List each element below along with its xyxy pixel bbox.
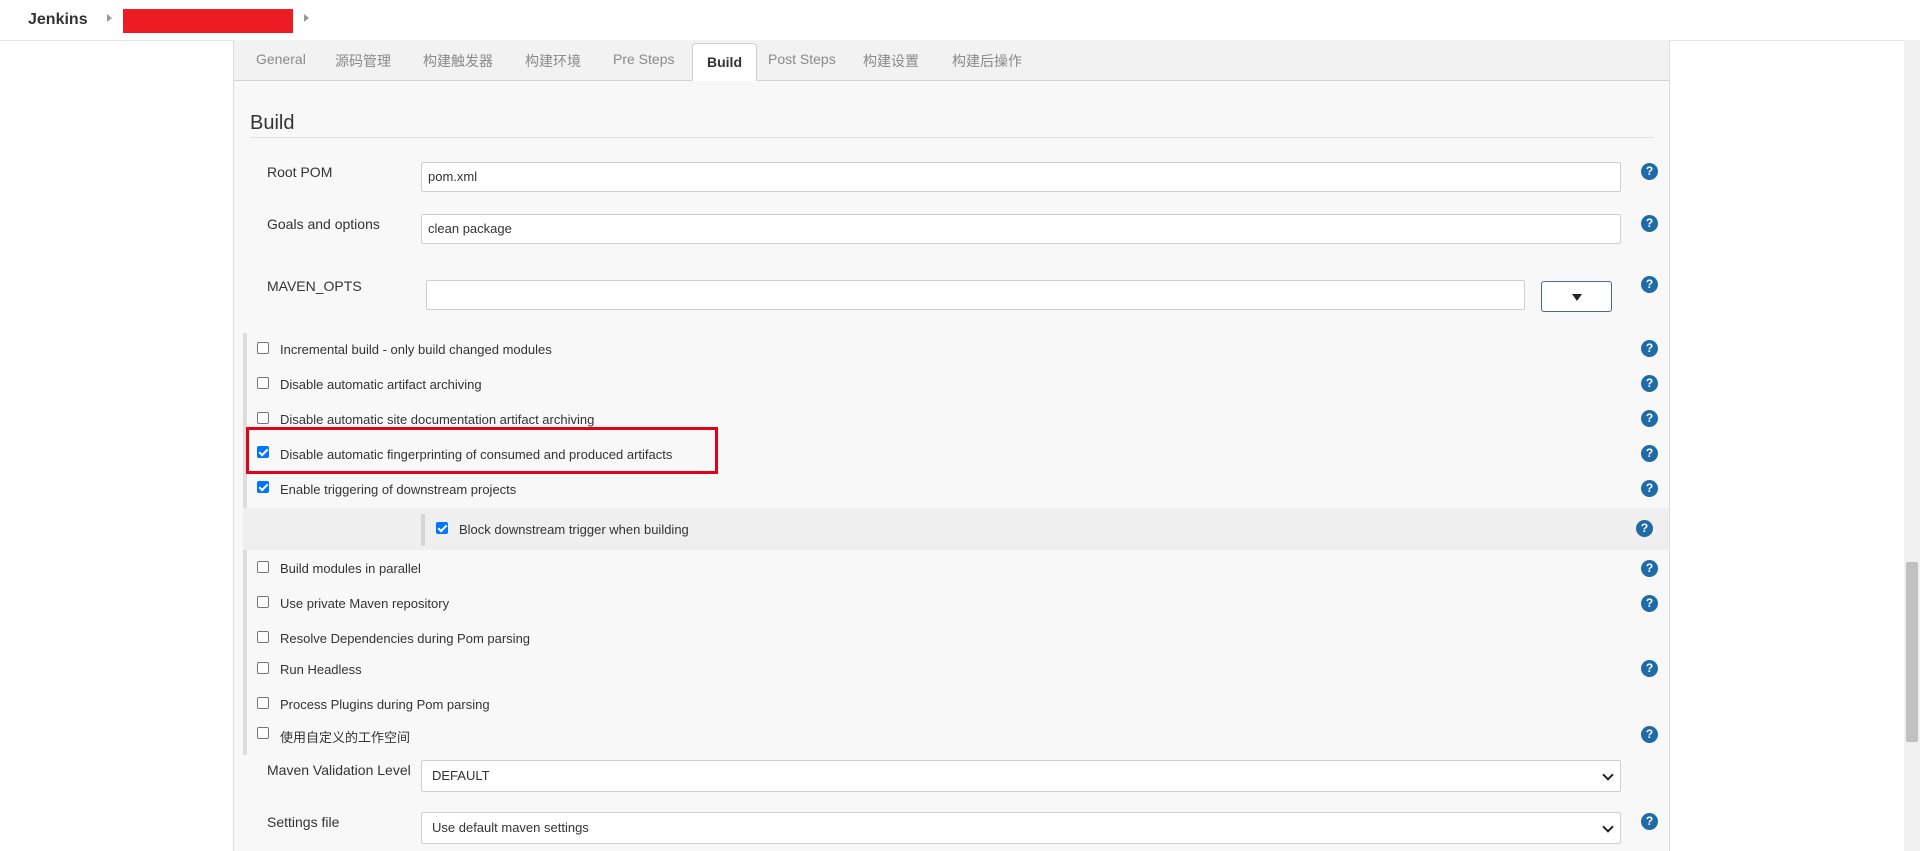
process-plugins-label: Process Plugins during Pom parsing [280, 697, 490, 712]
help-icon[interactable]: ? [1641, 163, 1658, 180]
maven-opts-expand-button[interactable] [1541, 281, 1612, 312]
chevron-down-icon [1602, 821, 1614, 833]
help-icon[interactable]: ? [1641, 340, 1658, 357]
tab-build-settings[interactable]: 构建设置 [863, 51, 919, 71]
help-icon[interactable]: ? [1641, 560, 1658, 577]
help-icon[interactable]: ? [1641, 375, 1658, 392]
settings-file-label: Settings file [267, 814, 340, 830]
help-icon[interactable]: ? [1641, 276, 1658, 293]
jenkins-home-link[interactable]: Jenkins [28, 11, 88, 29]
tab-post-build-actions[interactable]: 构建后操作 [952, 51, 1022, 71]
block-downstream-label: Block downstream trigger when building [459, 522, 689, 537]
help-icon[interactable]: ? [1641, 215, 1658, 232]
maven-opts-input[interactable] [426, 280, 1525, 310]
validation-level-label: Maven Validation Level [267, 762, 411, 778]
enable-downstream-trigger-checkbox[interactable] [257, 481, 269, 493]
root-pom-label: Root POM [267, 164, 333, 180]
section-divider [250, 137, 1654, 138]
incremental-build-checkbox[interactable] [257, 342, 269, 354]
incremental-build-label: Incremental build - only build changed m… [280, 342, 552, 357]
enable-downstream-trigger-label: Enable triggering of downstream projects [280, 482, 517, 497]
settings-file-select[interactable]: Use default maven settings [421, 812, 1621, 844]
config-panel: General 源码管理 构建触发器 构建环境 Pre Steps Build … [233, 40, 1670, 851]
help-icon[interactable]: ? [1641, 660, 1658, 677]
tab-source-management[interactable]: 源码管理 [335, 51, 391, 71]
triangle-down-icon [1571, 293, 1582, 301]
tab-build-environment[interactable]: 构建环境 [525, 51, 581, 71]
custom-workspace-checkbox[interactable] [257, 727, 269, 739]
private-repo-checkbox[interactable] [257, 596, 269, 608]
chevron-down-icon [1602, 769, 1614, 781]
process-plugins-checkbox[interactable] [257, 697, 269, 709]
suboptions-bar [421, 514, 425, 546]
custom-workspace-label: 使用自定义的工作空间 [280, 730, 411, 745]
breadcrumb-separator-icon[interactable] [304, 14, 309, 22]
validation-level-select[interactable]: DEFAULT [421, 760, 1621, 792]
goals-input[interactable]: clean package [421, 214, 1621, 244]
disable-site-doc-archiving-label: Disable automatic site documentation art… [280, 412, 595, 427]
goals-label: Goals and options [267, 216, 380, 232]
parallel-modules-checkbox[interactable] [257, 561, 269, 573]
help-icon[interactable]: ? [1641, 595, 1658, 612]
validation-level-value: DEFAULT [432, 768, 490, 783]
help-icon[interactable]: ? [1636, 520, 1653, 537]
help-icon[interactable]: ? [1641, 813, 1658, 830]
run-headless-label: Run Headless [280, 662, 362, 677]
help-icon[interactable]: ? [1641, 410, 1658, 427]
block-downstream-checkbox[interactable] [436, 522, 448, 534]
breadcrumb: Jenkins [0, 0, 1920, 41]
tab-build-triggers[interactable]: 构建触发器 [423, 51, 493, 71]
tab-build[interactable]: Build [692, 43, 757, 81]
settings-file-value: Use default maven settings [432, 820, 589, 835]
breadcrumb-separator-icon [107, 14, 112, 22]
root-pom-input[interactable]: pom.xml [421, 162, 1621, 192]
private-repo-label: Use private Maven repository [280, 596, 450, 611]
help-icon[interactable]: ? [1641, 480, 1658, 497]
help-icon[interactable]: ? [1641, 726, 1658, 743]
help-icon[interactable]: ? [1641, 445, 1658, 462]
parallel-modules-label: Build modules in parallel [280, 561, 421, 576]
highlight-box [246, 427, 718, 474]
section-title: Build [250, 112, 295, 134]
tab-post-steps[interactable]: Post Steps [768, 51, 836, 67]
disable-artifact-archiving-checkbox[interactable] [257, 377, 269, 389]
downstream-suboptions [243, 508, 1669, 550]
resolve-deps-checkbox[interactable] [257, 631, 269, 643]
maven-opts-label: MAVEN_OPTS [267, 278, 362, 294]
run-headless-checkbox[interactable] [257, 662, 269, 674]
scrollbar-thumb[interactable] [1906, 562, 1918, 742]
redacted-job-name[interactable] [123, 9, 293, 33]
tab-pre-steps[interactable]: Pre Steps [613, 51, 674, 67]
resolve-deps-label: Resolve Dependencies during Pom parsing [280, 631, 531, 646]
disable-artifact-archiving-label: Disable automatic artifact archiving [280, 377, 482, 392]
config-tabs: General 源码管理 构建触发器 构建环境 Pre Steps Build … [234, 40, 1669, 81]
tab-general[interactable]: General [256, 51, 306, 67]
disable-site-doc-archiving-checkbox[interactable] [257, 412, 269, 424]
